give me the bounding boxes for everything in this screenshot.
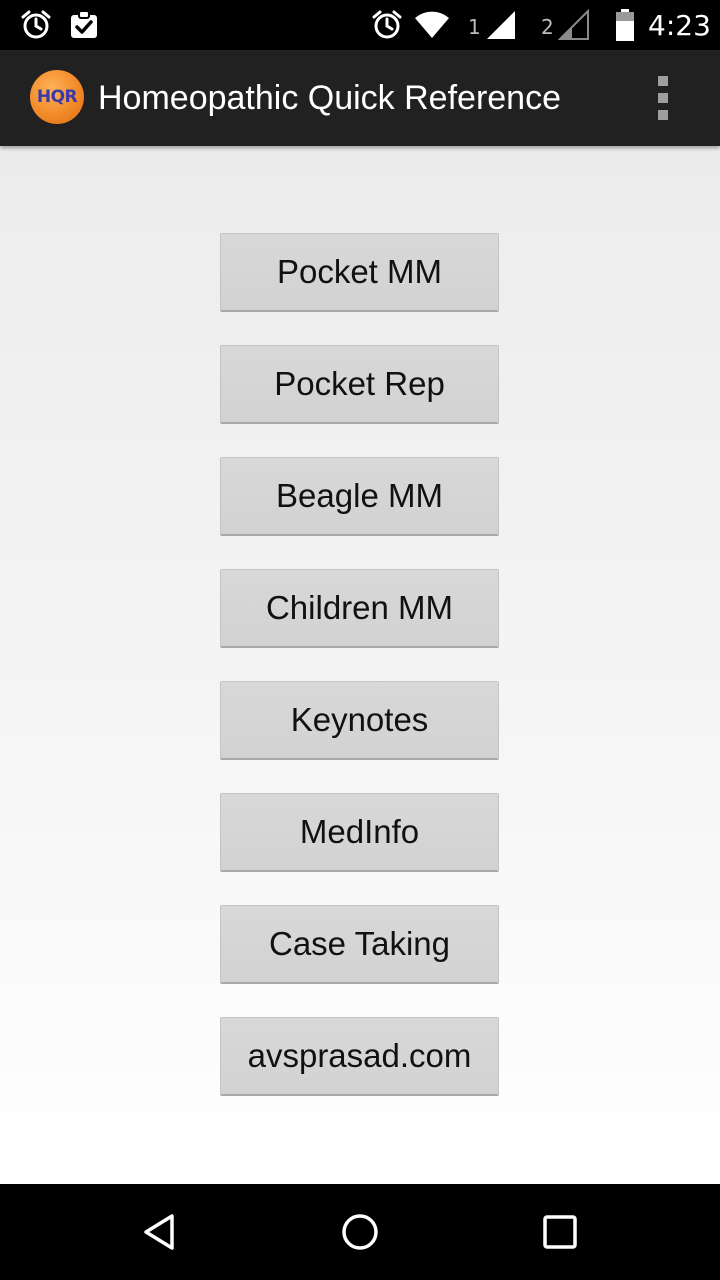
battery-icon [614,0,636,50]
app-logo-text: HQR [36,87,78,107]
beagle-mm-button[interactable]: Beagle MM [220,457,499,536]
case-taking-button[interactable]: Case Taking [220,905,499,984]
pocket-rep-button[interactable]: Pocket Rep [220,345,499,424]
alarm-icon [20,0,52,50]
keynotes-button[interactable]: Keynotes [220,681,499,760]
wifi-icon [414,0,450,50]
navigation-bar [0,1184,720,1280]
recents-icon[interactable] [500,1184,620,1280]
sim2-label: 2 [541,15,554,39]
status-bar: 1 2 4:23 [0,0,720,50]
action-bar: HQR Homeopathic Quick Reference [0,50,720,146]
medinfo-button[interactable]: MedInfo [220,793,499,872]
home-icon[interactable] [300,1184,420,1280]
pocket-mm-button[interactable]: Pocket MM [220,233,499,312]
task-check-icon [68,0,100,50]
back-icon[interactable] [100,1184,220,1280]
signal-sim1-icon: 1 [468,0,517,50]
app-logo-icon[interactable]: HQR [30,70,84,124]
status-clock: 4:23 [648,8,711,42]
sim1-label: 1 [468,15,481,39]
page-title: Homeopathic Quick Reference [98,78,562,117]
website-button[interactable]: avsprasad.com [220,1017,499,1096]
children-mm-button[interactable]: Children MM [220,569,499,648]
overflow-menu-icon[interactable] [646,76,680,120]
signal-sim2-icon: 2 [541,0,590,50]
main-content: Pocket MM Pocket Rep Beagle MM Children … [0,146,720,1184]
alarm-icon [371,0,403,50]
